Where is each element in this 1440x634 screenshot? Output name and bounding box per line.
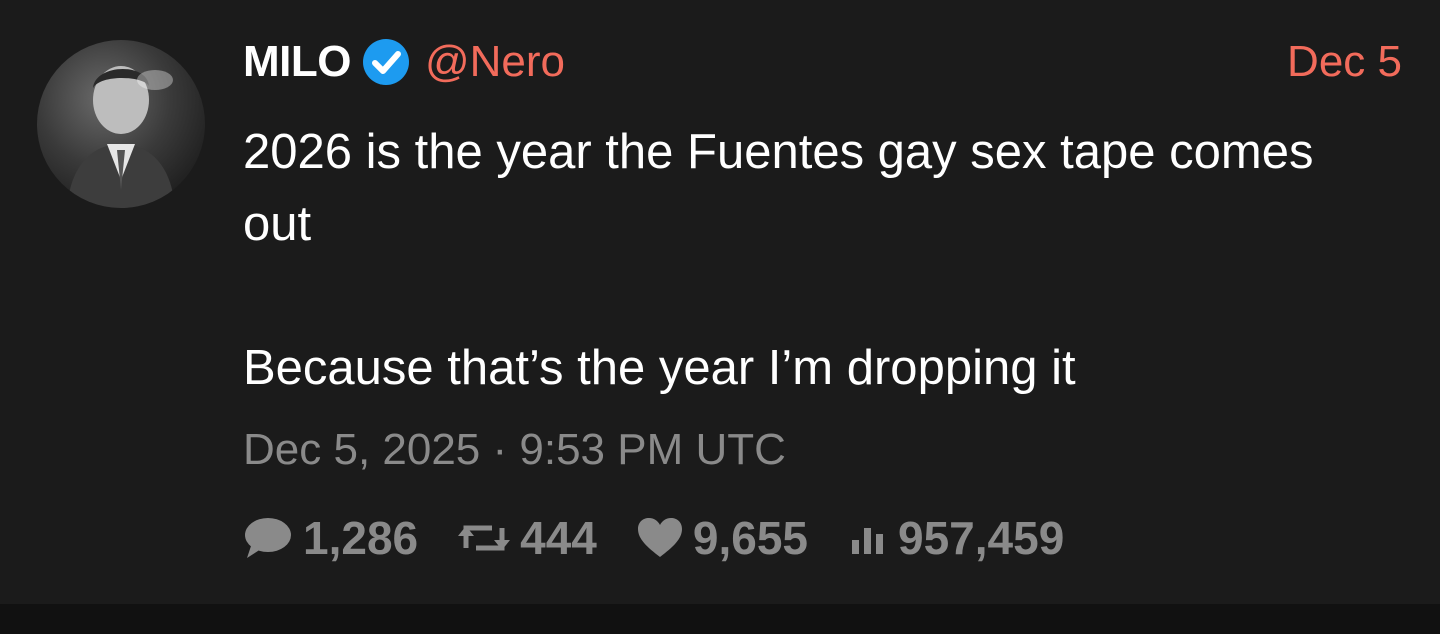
tweet-body: 2026 is the year the Fuentes gay sex tap… <box>243 116 1363 404</box>
avatar[interactable] <box>37 40 205 208</box>
tweet-date-link[interactable]: Dec 5 <box>1287 34 1402 90</box>
next-tweet-divider <box>0 604 1440 634</box>
heart-icon <box>637 517 683 559</box>
tweet-text-line: Because that’s the year I’m dropping it <box>243 341 1076 395</box>
retweet-icon <box>458 518 511 558</box>
like-button[interactable]: 9,655 <box>637 511 808 565</box>
tweet-timestamp[interactable]: Dec 5, 2025 · 9:53 PM UTC <box>243 420 786 480</box>
avatar-photo <box>67 66 175 208</box>
comment-bubble-icon <box>243 516 293 560</box>
tweet-card: MILO @Nero Dec 5 2026 is the year the Fu… <box>0 0 1440 604</box>
tweet-stats-bar: 1,286 444 9,655 957,459 <box>243 508 1104 568</box>
view-count: 957,459 <box>898 512 1065 564</box>
retweet-button[interactable]: 444 <box>458 511 597 565</box>
tweet-text-line: 2026 is the year the Fuentes gay sex tap… <box>243 125 1314 251</box>
author-handle[interactable]: @Nero <box>425 37 565 87</box>
like-count: 9,655 <box>692 512 808 564</box>
reply-count: 1,286 <box>303 512 419 564</box>
author-display-name[interactable]: MILO <box>243 37 351 87</box>
verified-badge-icon <box>361 37 411 87</box>
tweet-header: MILO @Nero <box>243 34 565 90</box>
reply-button[interactable]: 1,286 <box>243 511 418 565</box>
bar-chart-icon <box>848 518 888 558</box>
retweet-count: 444 <box>520 512 597 564</box>
views-button[interactable]: 957,459 <box>848 511 1064 565</box>
